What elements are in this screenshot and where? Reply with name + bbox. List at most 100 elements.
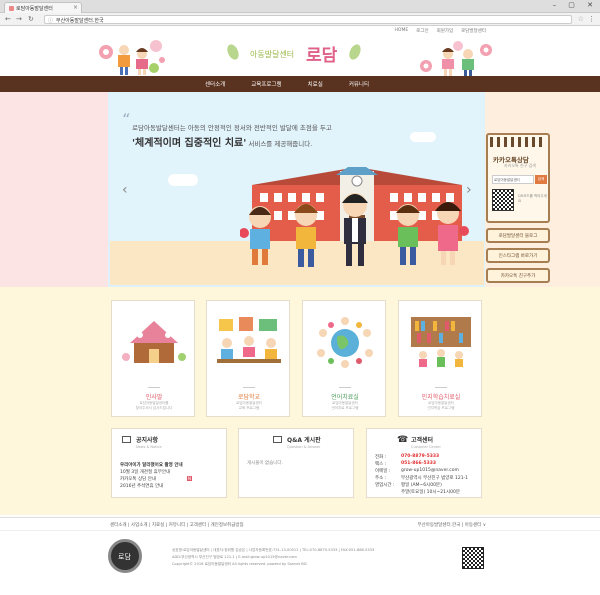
- info-icon[interactable]: ⓘ: [48, 17, 53, 24]
- blog-button[interactable]: 로담발달센터 블로그: [486, 228, 550, 243]
- kakao-friend-button[interactable]: 카카오톡 친구추가: [486, 268, 550, 283]
- notice-item[interactable]: 우리아이가 달라졌어요 촬영 안내: [120, 462, 183, 468]
- window-controls[interactable]: – ▢ ✕: [553, 1, 598, 9]
- side-panel: 카카오톡상담 카카오톡 친구 검색 로담아동발달센터 검색 QR코드를 찍어주세…: [486, 133, 552, 283]
- footer-site-select[interactable]: 부산아동발달센터.한국 | 아동센터 ∨: [418, 522, 487, 528]
- kakao-search-input[interactable]: 로담아동발달센터: [492, 175, 534, 184]
- top-links: HOME 로그인 회원가입 로담발달센터: [395, 28, 486, 34]
- notice-header: 공지사항 News & Notice: [122, 435, 162, 449]
- library-kids-icon: [411, 317, 471, 367]
- board-icon: [273, 436, 282, 443]
- program-card-cognitive[interactable]: 인지학습치료실 로담아동발달센터 인지학습 프로그램: [398, 300, 482, 417]
- qna-box: Q&A 게시판 Question & Answer 게시물이 없습니다.: [238, 428, 354, 498]
- classroom-icon: [217, 317, 281, 363]
- notice-subtitle: News & Notice: [136, 445, 162, 449]
- hours-weekend: 주말(토요일) 10시~21시00분: [401, 490, 461, 495]
- program-card-speech[interactable]: 언어치료실 로담아동발달센터 언어치료 프로그램: [302, 300, 386, 417]
- phone-icon: ☎: [397, 435, 409, 445]
- address-bar: ← → ↻ ⓘ 부산아동발달센터.한국 ☆ ⋮: [0, 13, 600, 26]
- browser-tab[interactable]: 로담아동발달센터 ×: [4, 2, 82, 13]
- program-desc: 로담아동발달센터 교육 프로그램: [236, 401, 262, 410]
- tab-title: 로담아동발달센터: [16, 6, 53, 12]
- customer-subtitle: Customer Center: [411, 445, 441, 449]
- fax-label: 팩스 :: [375, 462, 387, 467]
- toplink-login[interactable]: 로그인: [416, 28, 428, 34]
- program-card-school[interactable]: 로담학교 로담아동발달센터 교육 프로그램: [206, 300, 290, 417]
- nav-item-therapy[interactable]: 치료실: [308, 80, 323, 88]
- browser-tabbar: 로담아동발달센터 × – ▢ ✕: [0, 0, 600, 13]
- program-card-greeting[interactable]: 인사말 로담아동발달센터를 찾아주셔서 감사드립니다: [111, 300, 195, 417]
- program-name: 인지학습치료실: [421, 394, 461, 401]
- footer-nav-links[interactable]: 센터소개 | 사업소개 | 치료실 | 커뮤니티 | 고객센터 | 개인정보취급…: [110, 522, 244, 528]
- next-slide-arrow[interactable]: ›: [466, 182, 472, 198]
- site-header: HOME 로그인 회원가입 로담발달센터 아동발달센터 로담: [0, 26, 600, 77]
- divider: [435, 387, 447, 388]
- cloud: [410, 132, 436, 142]
- consult-subtitle: 카카오톡 친구 검색: [504, 163, 536, 168]
- footer-info: 상호명:로담아동발달센터 | 대표자:장위원 김승은 | 사업자등록번호:751…: [172, 547, 374, 568]
- company-info: 상호명:로담아동발달센터 | 대표자:장위원 김승은 | 사업자등록번호:751…: [172, 548, 375, 552]
- new-badge: N: [187, 476, 192, 481]
- notice-title[interactable]: 공지사항: [136, 437, 158, 444]
- reload-icon[interactable]: ↻: [28, 15, 34, 23]
- hero-slider: “ 로담아동발달센터는 아동의 안정적인 정서와 전반적인 발달에 초점을 두고…: [110, 92, 484, 285]
- nav-item-programs[interactable]: 교육프로그램: [251, 80, 281, 88]
- nav-item-community[interactable]: 커뮤니티: [349, 80, 369, 88]
- divider: [148, 387, 160, 388]
- forward-icon[interactable]: →: [16, 15, 22, 23]
- program-desc: 로담아동발달센터 인지학습 프로그램: [427, 401, 455, 410]
- kids-illustration-right: [420, 41, 492, 77]
- qna-title[interactable]: Q&A 게시판: [287, 437, 321, 444]
- program-desc: 로담아동발달센터를 찾아주셔서 감사드립니다: [135, 401, 173, 410]
- main-navigation: 센터소개 교육프로그램 치료실 커뮤니티: [0, 76, 600, 92]
- close-tab-icon[interactable]: ×: [73, 4, 78, 11]
- qr-code-icon: [492, 189, 514, 211]
- kids-illustration-left: [99, 40, 165, 75]
- seal-text: 로담: [118, 553, 131, 561]
- gingerbread-house-icon: [122, 321, 186, 363]
- phone-label: 전화 :: [375, 455, 387, 460]
- program-name: 인사말: [145, 394, 163, 401]
- toplink-mypage[interactable]: 회원가입: [437, 28, 454, 34]
- notice-item[interactable]: 10월 3일 개천절 휴무안내: [120, 469, 170, 475]
- kakao-search-button[interactable]: 검색: [535, 175, 547, 184]
- board-icon: [122, 436, 131, 443]
- copyright: Copyright© 2016 로담아동발달센터 All rights rese…: [172, 562, 308, 566]
- site-logo[interactable]: 아동발달센터 로담: [225, 38, 368, 66]
- leaf-icon: [347, 42, 363, 62]
- notice-box: 공지사항 News & Notice 우리아이가 달라졌어요 촬영 안내 10월…: [111, 428, 227, 498]
- bookmark-star-icon[interactable]: ☆: [578, 15, 584, 23]
- hero-text-line2: '체계적이며 집중적인 치료' 서비스를 제공해줍니다.: [132, 134, 312, 149]
- fax-value: 051-866-5333: [401, 461, 437, 466]
- customer-center-box: ☎ 고객센터 Customer Center 전화 : 070-8879-533…: [366, 428, 482, 498]
- nav-item-about[interactable]: 센터소개: [205, 80, 225, 88]
- back-icon[interactable]: ←: [5, 15, 11, 23]
- quote-icon: “: [122, 110, 131, 129]
- divider: [243, 387, 255, 388]
- customer-header: ☎ 고객센터 Customer Center: [397, 435, 441, 449]
- site-footer: 로담 상호명:로담아동발달센터 | 대표자:장위원 김승은 | 사업자등록번호:…: [0, 531, 600, 595]
- toplink-home[interactable]: HOME: [395, 28, 409, 34]
- browser-menu-icon[interactable]: ⋮: [588, 15, 595, 23]
- favicon-icon: [9, 6, 14, 11]
- logo-subtitle: 아동발달센터: [250, 50, 295, 59]
- hero-highlight: '체계적이며 집중적인 치료': [132, 138, 247, 149]
- instagram-button[interactable]: 인스타그램 바로가기: [486, 248, 550, 263]
- program-name: 언어치료실: [331, 394, 359, 401]
- program-desc: 로담아동발달센터 언어치료 프로그램: [331, 401, 359, 410]
- notice-item[interactable]: 2016년 추석연휴 안내: [120, 483, 163, 489]
- qna-empty-message: 게시물이 없습니다.: [247, 461, 283, 466]
- logo-title: 로담: [306, 46, 338, 66]
- qna-header: Q&A 게시판 Question & Answer: [273, 435, 321, 449]
- url-input[interactable]: ⓘ 부산아동발달센터.한국: [44, 15, 572, 24]
- hours-label: 영업시간 :: [375, 483, 395, 488]
- prev-slide-arrow[interactable]: ‹: [122, 182, 128, 198]
- email-value: grow-up1015@naver.com: [401, 468, 459, 473]
- notice-item[interactable]: 카카오톡 상담 안내: [120, 476, 156, 482]
- cloud: [168, 174, 198, 186]
- program-name: 로담학교: [237, 394, 261, 401]
- hero-text-line1: 로담아동발달센터는 아동의 안정적인 정서와 전반적인 발달에 초점을 두고: [132, 124, 332, 132]
- toplink-center[interactable]: 로담발달센터: [461, 28, 486, 34]
- url-text: 부산아동발달센터.한국: [56, 18, 104, 24]
- piano-decoration: [490, 137, 546, 147]
